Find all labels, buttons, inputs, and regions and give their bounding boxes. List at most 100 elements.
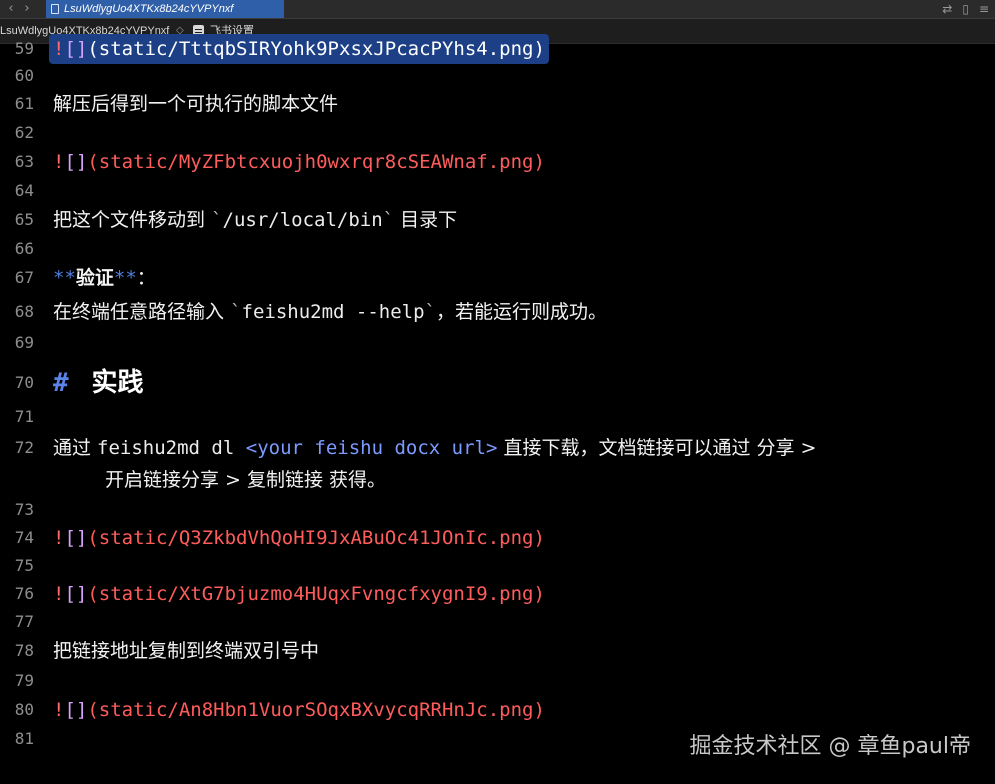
markdown-editor[interactable]: 59 ![](static/TttqbSIRYohk9PxsxJPcacPYhs…	[0, 34, 995, 784]
line-text: ，若能运行则成功。	[435, 301, 607, 323]
line-content: 把这个文件移动到 `/usr/local/bin` 目录下	[53, 205, 457, 235]
editor-line[interactable]: 70 # 实践	[0, 366, 995, 400]
line-number: 63	[14, 152, 34, 171]
line-text: 目录下	[394, 209, 458, 231]
image-bang: !	[53, 38, 65, 60]
editor-line[interactable]: 60	[0, 61, 995, 91]
line-text: 在终端任意路径输入	[53, 301, 231, 323]
editor-line[interactable]: 75	[0, 551, 995, 581]
line-number: 73	[14, 500, 34, 519]
line-number: 65	[14, 210, 34, 229]
editor-line[interactable]: 63 ![](static/MyZFbtcxuojh0wxrqr8cSEAWna…	[0, 147, 995, 177]
line-number: 78	[14, 641, 34, 660]
line-number: 75	[14, 556, 34, 575]
image-bang: !	[53, 151, 65, 173]
editor-line[interactable]: 73	[0, 495, 995, 525]
editor-line[interactable]: 74 ![](static/Q3ZkbdVhQoHI9JxABuOc41JOnI…	[0, 523, 995, 553]
line-text: 把这个文件移动到	[53, 209, 212, 231]
line-content: ![](static/An8Hbn1VuorSOqxBXvycqRRHnJc.p…	[53, 695, 545, 725]
tab-active-document[interactable]: LsuWdlygUo4XTKx8b24cYVPYnxf	[46, 0, 284, 18]
image-bang: !	[53, 583, 65, 605]
editor-line[interactable]: 79	[0, 666, 995, 696]
swap-icon[interactable]: ⇄	[942, 2, 952, 16]
image-bang: !	[53, 699, 65, 721]
image-brackets: []	[64, 38, 88, 60]
window-controls: ⇄ ▯ ≡	[942, 1, 989, 17]
image-path: (static/Q3ZkbdVhQoHI9JxABuOc41JOnIc.png)	[87, 527, 545, 549]
editor-line[interactable]: 69	[0, 328, 995, 358]
editor-line[interactable]: 78 把链接地址复制到终端双引号中	[0, 636, 995, 666]
editor-line[interactable]: 61 解压后得到一个可执行的脚本文件	[0, 89, 995, 119]
bold-marker: **	[113, 267, 137, 289]
line-number: 62	[14, 123, 34, 142]
forward-arrow-icon[interactable]: ›	[20, 1, 34, 17]
image-path: (static/MyZFbtcxuojh0wxrqr8cSEAWnaf.png)	[87, 151, 545, 173]
image-brackets: []	[64, 699, 88, 721]
line-number: 80	[14, 700, 34, 719]
editor-line[interactable]: 77	[0, 607, 995, 637]
editor-line-wrap[interactable]: 开启链接分享 > 复制链接 获得。	[0, 465, 995, 495]
line-number: 67	[14, 268, 34, 287]
line-number: 59	[14, 39, 34, 58]
command-text: feishu2md dl	[97, 437, 246, 459]
line-content: 通过 feishu2md dl <your feishu docx url> 直…	[53, 433, 816, 463]
editor-line[interactable]: 67 **验证**：	[0, 263, 995, 293]
line-number: 76	[14, 584, 34, 603]
heading-text: 实践	[91, 368, 144, 398]
line-content: **验证**：	[53, 263, 156, 293]
line-content: 在终端任意路径输入 `feishu2md --help`，若能运行则成功。	[53, 297, 607, 327]
image-path: (static/TttqbSIRYohk9PxsxJPcacPYhs4.png)	[87, 38, 545, 60]
line-content: ![](static/Q3ZkbdVhQoHI9JxABuOc41JOnIc.p…	[53, 523, 545, 553]
editor-line[interactable]: 64	[0, 176, 995, 206]
line-content: ![](static/XtG7bjuzmo4HUqxFvngcfxygnI9.p…	[53, 579, 545, 609]
image-path: (static/An8Hbn1VuorSOqxBXvycqRRHnJc.png)	[87, 699, 545, 721]
editor-line[interactable]: 80 ![](static/An8Hbn1VuorSOqxBXvycqRRHnJ…	[0, 695, 995, 725]
inline-code: /usr/local/bin	[222, 209, 383, 231]
line-number: 79	[14, 671, 34, 690]
image-brackets: []	[64, 151, 88, 173]
line-number: 61	[14, 94, 34, 113]
backtick: `	[424, 301, 436, 323]
line-number: 70	[14, 373, 34, 392]
editor-line[interactable]: 72 通过 feishu2md dl <your feishu docx url…	[0, 433, 995, 463]
line-number: 64	[14, 181, 34, 200]
line-number: 81	[14, 729, 34, 748]
editor-line[interactable]: 62	[0, 118, 995, 148]
image-brackets: []	[64, 583, 88, 605]
line-number: 60	[14, 66, 34, 85]
line-number: 74	[14, 528, 34, 547]
line-number: 68	[14, 302, 34, 321]
line-text: 解压后得到一个可执行的脚本文件	[53, 93, 339, 115]
line-content: # 实践	[53, 366, 144, 402]
editor-line[interactable]: 59 ![](static/TttqbSIRYohk9PxsxJPcacPYhs…	[0, 34, 995, 64]
inline-code: feishu2md --help	[241, 301, 425, 323]
line-number: 66	[14, 239, 34, 258]
more-icon[interactable]: ≡	[979, 2, 989, 16]
line-content: ![](static/MyZFbtcxuojh0wxrqr8cSEAWnaf.p…	[53, 147, 545, 177]
line-text: 把链接地址复制到终端双引号中	[53, 640, 320, 662]
image-path: (static/XtG7bjuzmo4HUqxFvngcfxygnI9.png)	[87, 583, 545, 605]
image-bang: !	[53, 527, 65, 549]
line-number: 69	[14, 333, 34, 352]
editor-line[interactable]: 65 把这个文件移动到 `/usr/local/bin` 目录下	[0, 205, 995, 235]
line-content: ![](static/TttqbSIRYohk9PxsxJPcacPYhs4.p…	[49, 34, 549, 64]
backtick: `	[211, 209, 223, 231]
back-arrow-icon[interactable]: ‹	[4, 1, 18, 17]
backtick: `	[230, 301, 242, 323]
editor-line[interactable]: 76 ![](static/XtG7bjuzmo4HUqxFvngcfxygnI…	[0, 579, 995, 609]
line-text: 通过	[53, 437, 98, 459]
split-icon[interactable]: ▯	[962, 2, 969, 16]
editor-line[interactable]: 71	[0, 402, 995, 432]
image-brackets: []	[64, 527, 88, 549]
backtick: `	[382, 209, 395, 231]
editor-line[interactable]: 66	[0, 234, 995, 264]
bold-marker: **	[53, 267, 76, 289]
line-number: 72	[14, 438, 34, 457]
line-text: 开启链接分享 > 复制链接 获得。	[105, 469, 387, 491]
bold-text: 验证	[75, 267, 114, 289]
url-placeholder: <your feishu docx url>	[245, 437, 498, 459]
editor-line[interactable]: 68 在终端任意路径输入 `feishu2md --help`，若能运行则成功。	[0, 297, 995, 327]
line-number: 71	[14, 407, 34, 426]
line-text: 直接下载，文档链接可以通过 分享 >	[497, 437, 817, 459]
watermark: 掘金技术社区 @ 章鱼paul帝	[689, 734, 972, 759]
